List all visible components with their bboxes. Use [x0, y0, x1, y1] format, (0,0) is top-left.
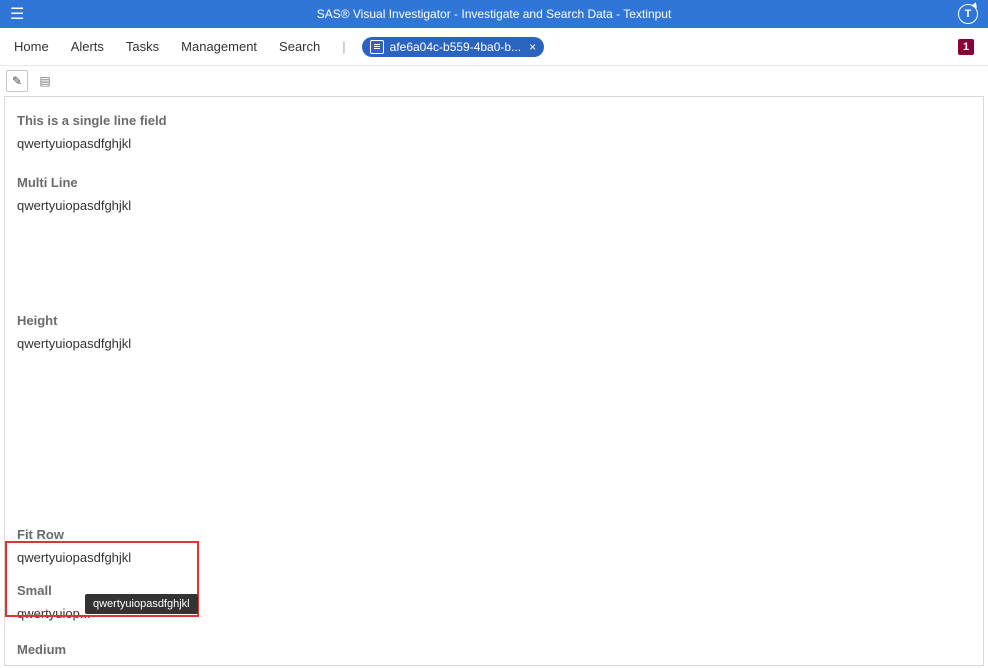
field-single-line: This is a single line field qwertyuiopas…	[17, 113, 971, 151]
edit-button[interactable]: ✎	[6, 70, 28, 92]
app-header: ☰ SAS® Visual Investigator - Investigate…	[0, 0, 988, 28]
document-icon	[370, 40, 384, 54]
pencil-icon: ✎	[12, 74, 22, 88]
field-height: Height qwertyuiopasdfghjkl	[17, 313, 971, 351]
field-value: qwertyuiopasdfghjkl	[17, 665, 131, 666]
field-fit-row: Fit Row qwertyuiopasdfghjkl	[17, 527, 971, 565]
field-label: This is a single line field	[17, 113, 971, 128]
tooltip: qwertyuiopasdfghjkl	[85, 594, 198, 614]
nav-management[interactable]: Management	[181, 39, 257, 54]
field-label: Multi Line	[17, 175, 971, 190]
grid-icon: ▤	[39, 74, 50, 88]
nav-home[interactable]: Home	[14, 39, 49, 54]
nav-divider: |	[342, 39, 345, 54]
field-medium: Medium qwertyuiopasdfghjkl	[17, 642, 971, 666]
tab-label: afe6a04c-b559-4ba0-b...	[390, 40, 521, 54]
notification-badge[interactable]: 1	[958, 39, 974, 55]
field-value: qwertyuiopasdfghjkl	[17, 550, 131, 565]
nav-tasks[interactable]: Tasks	[126, 39, 159, 54]
nav-alerts[interactable]: Alerts	[71, 39, 104, 54]
nav-bar: Home Alerts Tasks Management Search | af…	[0, 28, 988, 66]
timer-icon[interactable]: T	[958, 4, 978, 24]
field-value: qwertyuiop...	[17, 606, 91, 621]
hamburger-icon[interactable]: ☰	[10, 4, 30, 24]
field-value: qwertyuiopasdfghjkl	[17, 336, 131, 351]
grid-button[interactable]: ▤	[34, 70, 56, 92]
field-label: Medium	[17, 642, 971, 657]
field-label: Height	[17, 313, 971, 328]
app-title: SAS® Visual Investigator - Investigate a…	[317, 7, 672, 21]
content-panel: This is a single line field qwertyuiopas…	[4, 96, 984, 666]
tooltip-text: qwertyuiopasdfghjkl	[93, 598, 190, 610]
field-value: qwertyuiopasdfghjkl	[17, 136, 131, 151]
field-label: Fit Row	[17, 527, 971, 542]
field-value: qwertyuiopasdfghjkl	[17, 198, 131, 213]
nav-search[interactable]: Search	[279, 39, 320, 54]
close-icon[interactable]: ×	[529, 40, 536, 54]
toolbar: ✎ ▤	[0, 66, 988, 96]
active-tab-pill[interactable]: afe6a04c-b559-4ba0-b... ×	[362, 37, 544, 57]
field-multi-line: Multi Line qwertyuiopasdfghjkl	[17, 175, 971, 213]
